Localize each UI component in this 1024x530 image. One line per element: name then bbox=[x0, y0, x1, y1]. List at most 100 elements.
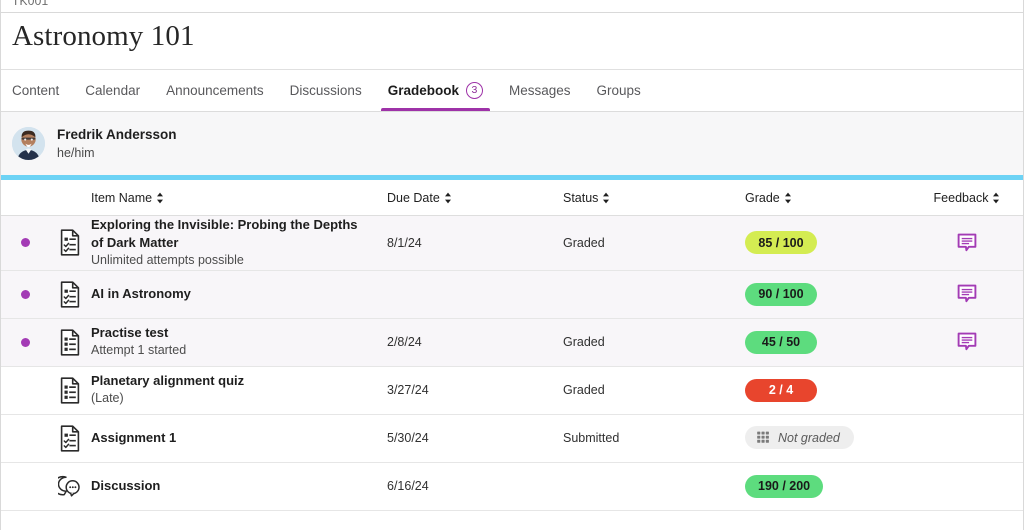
test-document-icon bbox=[49, 377, 91, 404]
status-value: Graded bbox=[563, 335, 605, 349]
assignment-document-icon bbox=[49, 425, 91, 452]
grade-cell: 190 / 200 bbox=[745, 475, 925, 498]
tab-announcements[interactable]: Announcements bbox=[153, 70, 277, 111]
unread-dot bbox=[21, 290, 30, 299]
item-name-cell: Exploring the Invisible: Probing the Dep… bbox=[91, 216, 387, 269]
tab-calendar[interactable]: Calendar bbox=[72, 70, 153, 111]
status-cell: Graded bbox=[563, 234, 745, 252]
table-row[interactable]: Exploring the Invisible: Probing the Dep… bbox=[1, 216, 1023, 270]
item-name-cell: AI in Astronomy bbox=[91, 285, 387, 302]
course-header: Astronomy 101 bbox=[1, 13, 1023, 70]
due-date-value: 2/8/24 bbox=[387, 335, 422, 349]
column-header-feedback[interactable]: Feedback bbox=[934, 191, 1001, 205]
tab-label: Groups bbox=[597, 83, 641, 98]
grade-cell: 45 / 50 bbox=[745, 331, 925, 354]
tab-count-badge: 3 bbox=[466, 82, 483, 99]
course-code-strip: TK001 bbox=[1, 0, 1023, 13]
status-value: Submitted bbox=[563, 431, 619, 445]
item-title[interactable]: Exploring the Invisible: Probing the Dep… bbox=[91, 216, 373, 251]
sort-arrows-icon bbox=[602, 192, 610, 204]
assignment-document-icon bbox=[49, 229, 91, 256]
item-title[interactable]: Planetary alignment quiz bbox=[91, 372, 373, 389]
assignment-document-icon bbox=[49, 281, 91, 308]
status-cell: Submitted bbox=[563, 429, 745, 447]
column-header-grade[interactable]: Grade bbox=[745, 191, 925, 205]
status-cell: Graded bbox=[563, 381, 745, 399]
tab-groups[interactable]: Groups bbox=[584, 70, 654, 111]
column-header-item-name[interactable]: Item Name bbox=[91, 191, 373, 205]
student-info: Fredrik Andersson he/him bbox=[57, 125, 177, 161]
tab-gradebook[interactable]: Gradebook 3 bbox=[375, 70, 496, 111]
table-body: Exploring the Invisible: Probing the Dep… bbox=[1, 216, 1023, 510]
student-name: Fredrik Andersson bbox=[57, 125, 177, 145]
grade-badge: 85 / 100 bbox=[745, 231, 817, 254]
grade-cell: Not graded bbox=[745, 426, 925, 450]
grade-badge: 2 / 4 bbox=[745, 379, 817, 402]
unread-indicator-cell bbox=[1, 338, 49, 347]
grade-badge: 190 / 200 bbox=[745, 475, 823, 498]
grid-icon bbox=[756, 430, 771, 445]
feedback-cell bbox=[925, 332, 1009, 352]
table-row[interactable]: Assignment 1 5/30/24 Submitted Not grade… bbox=[1, 415, 1023, 463]
page-title: Astronomy 101 bbox=[12, 20, 1009, 53]
item-subtitle: Unlimited attempts possible bbox=[91, 252, 373, 270]
tab-messages[interactable]: Messages bbox=[496, 70, 584, 111]
column-label: Feedback bbox=[934, 191, 989, 205]
grade-cell: 2 / 4 bbox=[745, 379, 925, 402]
table-row[interactable]: Practise test Attempt 1 started 2/8/24 G… bbox=[1, 319, 1023, 367]
status-cell: Graded bbox=[563, 333, 745, 351]
column-header-due-date[interactable]: Due Date bbox=[387, 191, 563, 205]
tab-label: Calendar bbox=[85, 83, 140, 98]
grade-badge: 45 / 50 bbox=[745, 331, 817, 354]
item-subtitle: (Late) bbox=[91, 390, 373, 408]
tab-discussions[interactable]: Discussions bbox=[277, 70, 375, 111]
student-pronouns: he/him bbox=[57, 145, 177, 162]
feedback-button[interactable] bbox=[957, 332, 977, 352]
column-label: Grade bbox=[745, 191, 780, 205]
due-date-cell: 5/30/24 bbox=[387, 429, 563, 447]
tab-content[interactable]: Content bbox=[12, 70, 72, 111]
tab-label: Announcements bbox=[166, 83, 264, 98]
column-header-status[interactable]: Status bbox=[563, 191, 745, 205]
course-tab-bar: Content Calendar Announcements Discussio… bbox=[1, 70, 1023, 112]
due-date-value: 6/16/24 bbox=[387, 479, 429, 493]
table-row[interactable]: Discussion 6/16/24 190 / 200 bbox=[1, 463, 1023, 511]
sort-arrows-icon bbox=[444, 192, 452, 204]
unread-indicator-cell bbox=[1, 238, 49, 247]
due-date-value: 3/27/24 bbox=[387, 383, 429, 397]
item-title[interactable]: Practise test bbox=[91, 324, 373, 341]
table-row[interactable]: AI in Astronomy 90 / 100 bbox=[1, 271, 1023, 319]
item-title[interactable]: Assignment 1 bbox=[91, 429, 373, 446]
feedback-button[interactable] bbox=[957, 284, 977, 304]
table-header-row: Item Name Due Date Status bbox=[1, 180, 1023, 216]
column-label: Due Date bbox=[387, 191, 440, 205]
tab-label: Discussions bbox=[290, 83, 362, 98]
due-date-cell: 8/1/24 bbox=[387, 234, 563, 252]
status-badge: Not graded bbox=[745, 426, 854, 449]
avatar bbox=[12, 127, 45, 160]
due-date-value: 8/1/24 bbox=[387, 236, 422, 250]
gradebook-table: Item Name Due Date Status bbox=[1, 180, 1023, 510]
unread-indicator-cell bbox=[1, 290, 49, 299]
unread-dot bbox=[21, 338, 30, 347]
item-name-cell: Assignment 1 bbox=[91, 429, 387, 446]
discussion-bubble-icon bbox=[49, 474, 91, 498]
course-code: TK001 bbox=[12, 0, 48, 8]
column-label: Item Name bbox=[91, 191, 152, 205]
feedback-button[interactable] bbox=[957, 233, 977, 253]
tab-label: Content bbox=[12, 83, 59, 98]
item-name-cell: Discussion bbox=[91, 477, 387, 494]
due-date-value: 5/30/24 bbox=[387, 431, 429, 445]
item-title[interactable]: AI in Astronomy bbox=[91, 285, 373, 302]
table-row[interactable]: Planetary alignment quiz (Late) 3/27/24 … bbox=[1, 367, 1023, 415]
status-value: Graded bbox=[563, 383, 605, 397]
student-bar: Fredrik Andersson he/him bbox=[1, 112, 1023, 180]
item-subtitle: Attempt 1 started bbox=[91, 342, 373, 360]
grade-cell: 85 / 100 bbox=[745, 231, 925, 254]
tab-label: Messages bbox=[509, 83, 571, 98]
due-date-cell: 6/16/24 bbox=[387, 477, 563, 495]
sort-arrows-icon bbox=[156, 192, 164, 204]
due-date-cell: 2/8/24 bbox=[387, 333, 563, 351]
tab-label: Gradebook bbox=[388, 83, 459, 98]
item-title[interactable]: Discussion bbox=[91, 477, 373, 494]
